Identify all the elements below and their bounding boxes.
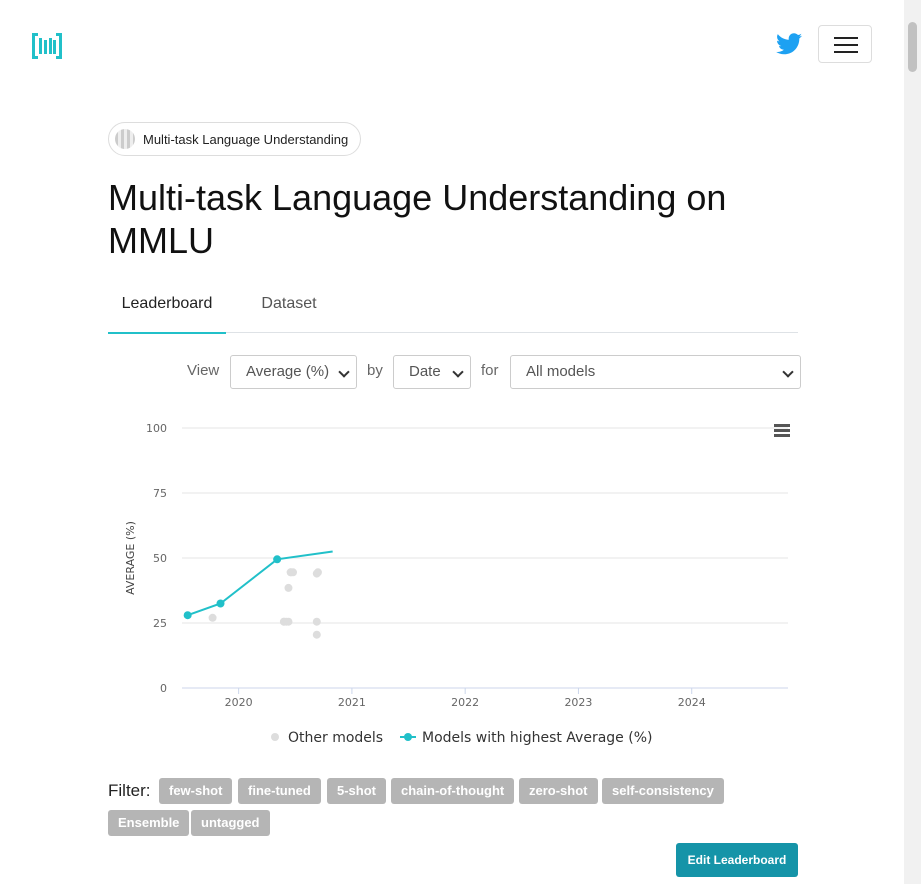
filter-tag-few-shot[interactable]: few-shot — [159, 778, 233, 804]
view-label: View — [187, 362, 220, 379]
tab-leaderboard[interactable]: Leaderboard — [108, 286, 226, 334]
legend-label-best: Models with highest Average (%) — [422, 730, 652, 746]
legend-marker-best — [404, 733, 412, 741]
filter-tag-self-consistency[interactable]: self-consistency — [602, 778, 724, 804]
hamburger-menu-button[interactable] — [818, 25, 872, 63]
view-select-value: Average (%) — [246, 363, 330, 380]
data-point-other — [312, 569, 321, 578]
filter-label: Filter: — [108, 781, 151, 800]
task-pill-label: Multi-task Language Understanding — [143, 131, 349, 147]
page-title: Multi-task Language Understanding on MML… — [108, 177, 727, 261]
x-tick-label: 2022 — [451, 696, 479, 709]
edit-leaderboard-button[interactable]: Edit Leaderboard — [676, 843, 798, 877]
data-point-other — [208, 613, 217, 622]
data-point-best — [273, 555, 282, 564]
series-line-best — [187, 550, 333, 617]
y-tick-label: 0 — [160, 682, 167, 695]
by-select[interactable]: Date — [393, 355, 471, 389]
filter-tag-fine-tuned[interactable]: fine-tuned — [238, 778, 321, 804]
legend-marker-other — [271, 733, 279, 741]
twitter-icon[interactable] — [776, 33, 802, 55]
x-tick-label: 2024 — [678, 696, 706, 709]
chevron-down-icon — [782, 366, 794, 378]
x-tick-label: 2023 — [564, 696, 592, 709]
y-tick-label: 25 — [153, 617, 167, 630]
task-pill[interactable]: Multi-task Language Understanding — [108, 122, 362, 156]
data-point-other — [279, 617, 288, 626]
filter-tag-chain-of-thought[interactable]: chain-of-thought — [391, 778, 515, 804]
data-point-other — [284, 583, 293, 592]
chevron-down-icon — [338, 366, 350, 378]
filter-tag-ensemble[interactable]: Ensemble — [108, 810, 190, 836]
y-axis-label: AVERAGE (%) — [124, 521, 137, 595]
x-tick-label: 2021 — [338, 696, 366, 709]
task-thumbnail-icon — [115, 129, 135, 149]
for-label: for — [481, 362, 499, 379]
view-select[interactable]: Average (%) — [230, 355, 357, 389]
y-tick-label: 100 — [146, 422, 167, 435]
data-point-other — [286, 568, 295, 577]
leaderboard-chart: 0 25 50 75 100 2020 2021 2022 2023 2024 AVERAGE (%… — [124, 422, 788, 746]
by-select-value: Date — [409, 363, 441, 380]
page-scrollbar[interactable] — [904, 0, 921, 884]
chart-controls: View Average (%) by Date for All models — [0, 355, 921, 389]
x-tick-label: 2020 — [225, 696, 253, 709]
filter-tag-5-shot[interactable]: 5-shot — [327, 778, 386, 804]
chart-menu-icon[interactable] — [774, 424, 790, 438]
filter-tag-zero-shot[interactable]: zero-shot — [519, 778, 598, 804]
by-label: by — [367, 362, 383, 379]
tab-bar: Leaderboard Dataset — [108, 286, 798, 334]
paperswithcode-logo-icon[interactable] — [32, 33, 62, 59]
data-point-other — [312, 617, 321, 626]
filter-tag-untagged[interactable]: untagged — [191, 810, 270, 836]
scrollbar-thumb[interactable] — [908, 22, 917, 72]
data-point-other — [312, 630, 321, 639]
for-select[interactable]: All models — [510, 355, 801, 389]
y-tick-label: 50 — [153, 552, 167, 565]
chevron-down-icon — [452, 366, 464, 378]
data-point-best — [183, 611, 192, 620]
for-select-value: All models — [526, 363, 596, 380]
y-tick-label: 75 — [153, 487, 167, 500]
tab-dataset[interactable]: Dataset — [252, 286, 326, 332]
legend-label-other: Other models — [288, 730, 383, 746]
data-point-best — [216, 599, 225, 608]
